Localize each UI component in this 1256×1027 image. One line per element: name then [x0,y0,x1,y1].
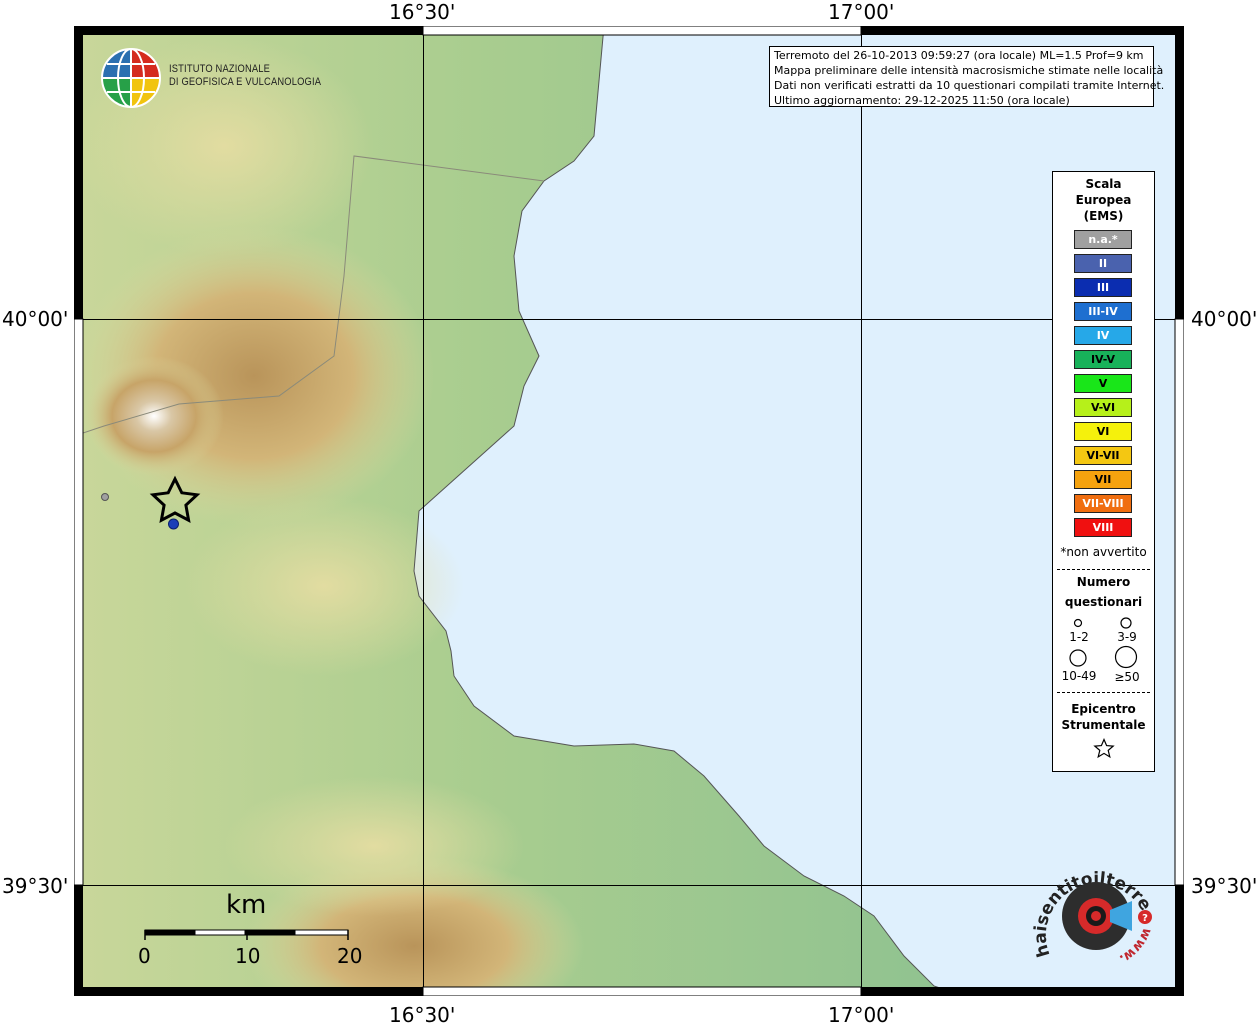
intensity-marker[interactable] [168,518,179,530]
legend-swatch: VI [1074,422,1132,441]
legend-footnote: *non avvertito [1060,545,1147,559]
top-lon-label-1: 16°30' [389,0,456,24]
legend-swatch: III-IV [1074,302,1132,321]
epicentro-title-2: Strumentale [1061,718,1146,732]
right-lat-label-1: 40°00' [1191,307,1256,331]
legend-swatch: VII-VIII [1074,494,1132,513]
bottom-lon-label-2: 17°00' [828,1003,895,1027]
right-lat-label-2: 39°30' [1191,874,1256,898]
legend-swatch: VII [1074,470,1132,489]
legend-title-3: (EMS) [1083,209,1124,223]
event-info-box: Terremoto del 26-10-2013 09:59:27 (ora l… [769,46,1165,107]
numero-title-2: questionari [1064,595,1143,609]
info-line-3: Dati non verificati estratti da 10 quest… [774,79,1165,92]
size-circle-4 [1114,645,1138,669]
legend-swatch: VIII [1074,518,1132,537]
size-label-4: ≥50 [1114,670,1140,684]
ingv-globe-icon [101,48,161,108]
na-marker[interactable] [101,493,109,501]
hsit-logo-icon[interactable]: haisentitoilterremoto.it www. ? [1032,855,1164,975]
legend-swatch: IV-V [1074,350,1132,369]
left-lat-label-1: 40°00' [2,307,69,331]
legend-swatch: IV [1074,326,1132,345]
svg-text:?: ? [1142,913,1148,924]
info-line-1: Terremoto del 26-10-2013 09:59:27 (ora l… [774,49,1144,62]
size-circle-3 [1069,649,1087,667]
info-line-2: Mappa preliminare delle intensità macros… [774,64,1164,77]
legend-swatch: V-VI [1074,398,1132,417]
size-label-2: 3-9 [1117,630,1137,644]
snow-peak [84,356,224,476]
legend-swatch: V [1074,374,1132,393]
legend-separator-2 [1057,692,1150,693]
legend-swatch: II [1074,254,1132,273]
epicentro-title-1: Epicentro [1071,702,1136,716]
ingv-logo-text: ISTITUTO NAZIONALE DI GEOFISICA E VULCAN… [169,63,321,89]
legend-title-1: Scala [1085,177,1122,191]
scale-tick-0: 0 [138,944,151,968]
hills-south [224,776,524,916]
scale-unit: km [226,890,267,920]
logo-line-2: DI GEOFISICA E VULCANOLOGIA [169,76,322,88]
map-area[interactable] [73,25,1185,1027]
legend-swatch: n.a.* [1074,230,1132,249]
map-canvas [73,25,1185,1027]
bottom-lon-label-1: 16°30' [389,1003,456,1027]
legend-swatch: VI-VII [1074,446,1132,465]
top-lon-label-2: 17°00' [828,0,895,24]
scale-tick-20: 20 [337,944,363,968]
legend-star-icon [1093,738,1115,759]
size-label-1: 1-2 [1069,630,1089,644]
size-circle-1 [1073,618,1083,628]
legend: Scala Europea (EMS) n.a.* II III III-IV IV IV… [1052,171,1155,772]
legend-separator-1 [1057,569,1150,570]
legend-title-2: Europea [1075,193,1132,207]
size-circle-2 [1120,617,1132,629]
scale-tick-10: 10 [235,944,261,968]
numero-title-1: Numero [1076,575,1131,589]
hills [184,496,464,676]
legend-swatch: III [1074,278,1132,297]
size-label-3: 10-49 [1061,669,1097,683]
scale-bar [144,929,349,940]
info-line-4: Ultimo aggiornamento: 29-12-2025 11:50 (… [774,94,1070,107]
left-lat-label-2: 39°30' [2,874,69,898]
logo-line-1: ISTITUTO NAZIONALE [169,63,271,75]
